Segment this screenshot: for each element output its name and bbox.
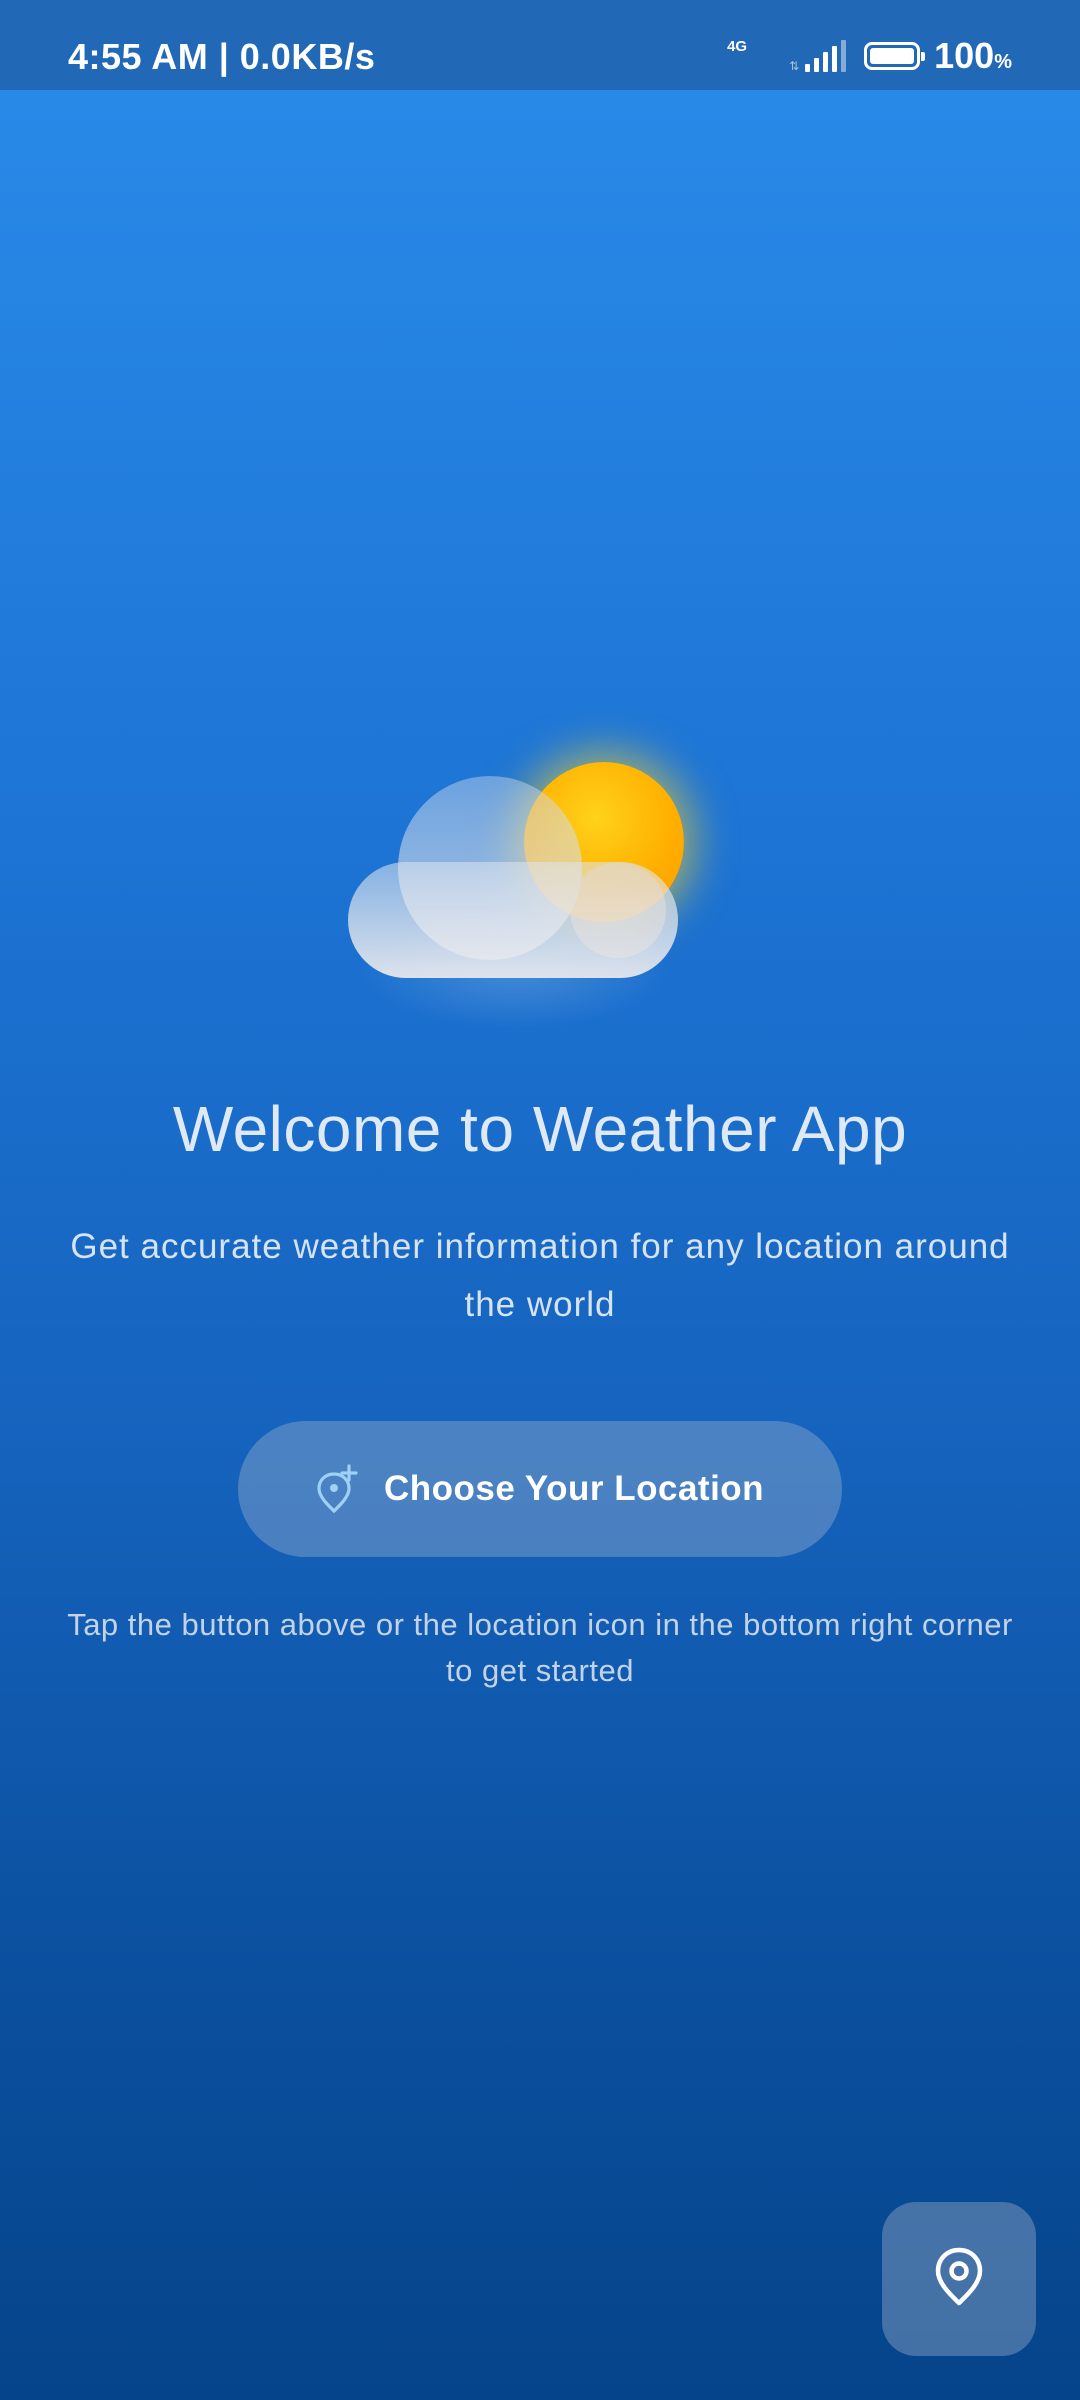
data-arrows-icon: ⇅	[789, 59, 800, 73]
add-location-icon	[316, 1464, 360, 1514]
location-pin-icon	[931, 2245, 987, 2314]
location-fab-button[interactable]	[882, 2202, 1036, 2356]
welcome-title: Welcome to Weather App	[172, 1093, 908, 1165]
choose-location-button[interactable]: Choose Your Location	[238, 1421, 842, 1557]
status-bar: 4:55 AM | 0.0KB/s 4G ⇅ 100%	[0, 0, 1080, 90]
signal-icon	[801, 40, 847, 72]
network-type-label: 4G	[727, 38, 748, 55]
battery-percentage: 100%	[934, 35, 1012, 76]
cloud-icon	[348, 862, 678, 978]
status-time-speed: 4:55 AM | 0.0KB/s	[68, 36, 376, 77]
status-icons: 4G ⇅ 100%	[727, 35, 1012, 76]
battery-icon	[864, 42, 926, 70]
welcome-screen: 4:55 AM | 0.0KB/s 4G ⇅ 100% Welcome to W…	[0, 0, 1080, 2400]
choose-location-label: Choose Your Location	[383, 1469, 765, 1508]
welcome-subtitle: Get accurate weather information for any…	[70, 1227, 1010, 1324]
partly-cloudy-icon	[330, 740, 710, 1040]
instructions-text: Tap the button above or the location ico…	[67, 1607, 1013, 1688]
